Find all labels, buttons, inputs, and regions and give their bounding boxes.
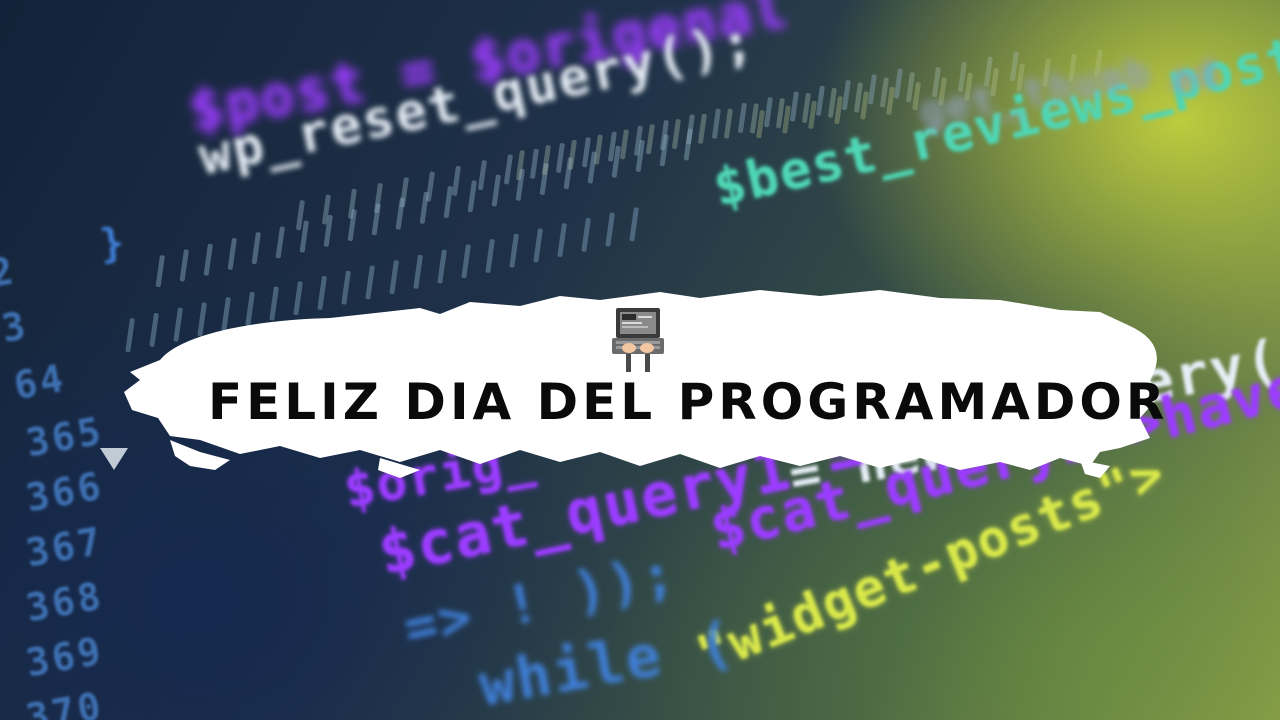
title-banner: FELIZ DIA DEL PROGRAMADOR xyxy=(0,0,1280,720)
laptop-typing-icon xyxy=(612,308,664,372)
banner-title: FELIZ DIA DEL PROGRAMADOR xyxy=(208,373,1169,431)
